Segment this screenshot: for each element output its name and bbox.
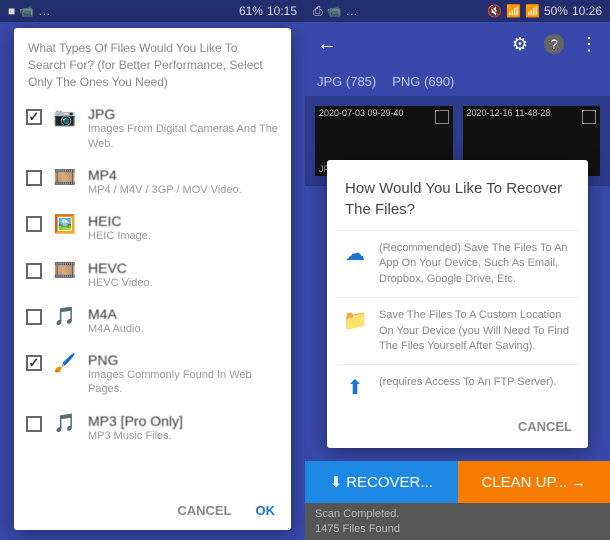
file-type-hevc[interactable]: 🎞️ HEVC HEVC Video. [22,252,283,298]
action-buttons: ⬇ RECOVER... CLEAN UP... → [305,461,610,503]
gear-icon[interactable]: ⚙ [512,34,528,55]
thumb-date: 2020-07-03 09-29-40 [319,108,404,118]
file-type-mp4[interactable]: 🎞️ MP4 MP4 / M4V / 3GP / MOV Video. [22,159,283,205]
phone-right: ⎙ 📹 … 🔇 📶 📶 50% 10:26 ← ⚙ ? ⋮ JPG (785) … [305,0,610,540]
file-type-mp3[interactable]: 🎵 MP3 [Pro Only] MP3 Music Files. [22,405,283,451]
back-icon[interactable]: ← [317,33,337,56]
status-icons-right: 61% 10:15 [239,4,297,18]
file-desc: M4A Audio. [88,322,279,336]
help-icon[interactable]: ? [544,34,564,54]
file-type-heic[interactable]: 🖼️ HEIC HEIC Image. [22,205,283,251]
option-text: Save The Files To A Custom Location On Y… [379,308,572,354]
option-text: (requires Access To An FTP Server). [379,375,572,390]
scan-line2: 1475 Files Found [315,522,600,536]
checkbox-png[interactable] [26,355,42,371]
battery-text: 50% [544,4,568,18]
recover-button[interactable]: ⬇ RECOVER... [305,461,458,503]
download-icon: ⬇ [330,473,343,491]
more-icon: … [346,4,358,18]
tab-jpg[interactable]: JPG (785) [317,74,376,89]
bottom-area: ⬇ RECOVER... CLEAN UP... → Scan Complete… [305,461,610,540]
music-note-icon: 🎵 [52,306,78,328]
tab-bar: JPG (785) PNG (690) [305,66,610,96]
thumb-date: 2020-12-16 11-48-28 [467,108,551,118]
file-desc: MP3 Music Files. [88,429,279,443]
music-note-icon: 🎵 [52,413,78,435]
recover-option-folder[interactable]: 📁 Save The Files To A Custom Location On… [337,297,578,364]
checkbox-m4a[interactable] [26,309,42,325]
video-reel-icon: 🎞️ [52,167,78,189]
screenshot-icon: ⎙ [313,4,323,19]
camera-icon: 📹 [327,4,342,18]
cleanup-button[interactable]: CLEAN UP... → [458,461,610,503]
cancel-button[interactable]: CANCEL [177,503,231,518]
recover-option-app[interactable]: ☁ (Recommended) Save The Files To An App… [337,230,578,297]
status-icons-left: ⎙ 📹 … [313,4,358,19]
file-type-jpg[interactable]: 📷 JPG Images From Digital Cameras And Th… [22,98,283,159]
file-types-dialog: What Types Of Files Would You Like To Se… [14,28,291,530]
time-text: 10:15 [267,4,297,18]
file-type-list: 📷 JPG Images From Digital Cameras And Th… [14,98,291,451]
file-desc: Images From Digital Cameras And The Web. [88,122,279,151]
phone-left: ■ 📹 … 61% 10:15 What Types Of Files Woul… [0,0,305,540]
recover-label: RECOVER... [346,474,433,491]
dialog-footer: CANCEL [327,410,588,438]
checkbox-mp3[interactable] [26,416,42,432]
ok-button[interactable]: OK [256,503,276,518]
brush-icon: 🖌️ [52,352,78,374]
file-desc: MP4 / M4V / 3GP / MOV Video. [88,183,279,197]
checkbox-mp4[interactable] [26,170,42,186]
image-icon: 🖼️ [52,213,78,235]
scan-status: Scan Completed. 1475 Files Found [305,503,610,540]
signal-icon: 📶 [525,4,540,18]
video-icon: ■ [8,4,15,18]
dialog-title: How Would You Like To Recover The Files? [327,160,588,230]
dialog-footer: CANCEL OK [161,491,291,530]
recover-options: ☁ (Recommended) Save The Files To An App… [327,230,588,410]
cancel-button[interactable]: CANCEL [518,419,572,434]
overflow-icon[interactable]: ⋮ [580,34,598,55]
camera-icon: 📹 [19,4,34,18]
folder-icon: 📁 [343,308,367,333]
checkbox-jpg[interactable] [26,109,42,125]
mute-icon: 🔇 [487,4,502,18]
file-type-m4a[interactable]: 🎵 M4A M4A Audio. [22,298,283,344]
tab-png[interactable]: PNG (690) [392,74,454,89]
time-text: 10:26 [572,4,602,18]
expand-icon[interactable] [435,110,449,124]
file-desc: HEIC Image. [88,229,279,243]
file-title: PNG [88,352,279,368]
file-desc: Images Commonly Found In Web Pages. [88,368,279,397]
camera-icon: 📷 [52,106,78,128]
status-bar: ⎙ 📹 … 🔇 📶 📶 50% 10:26 [305,0,610,22]
recover-option-ftp[interactable]: ⬆ (requires Access To An FTP Server). [337,364,578,410]
more-icon: … [38,4,50,18]
file-title: JPG [88,106,279,122]
status-icons-left: ■ 📹 … [8,4,50,18]
battery-text: 61% [239,4,263,18]
status-bar: ■ 📹 … 61% 10:15 [0,0,305,22]
file-type-png[interactable]: 🖌️ PNG Images Commonly Found In Web Page… [22,344,283,405]
file-title: MP3 [Pro Only] [88,413,279,429]
file-desc: HEVC Video. [88,276,279,290]
dialog-title: What Types Of Files Would You Like To Se… [14,28,291,98]
video-reel-icon: 🎞️ [52,260,78,282]
scan-line1: Scan Completed. [315,507,600,521]
cloud-upload-icon: ☁ [343,241,367,266]
file-title: MP4 [88,167,279,183]
file-title: HEIC [88,213,279,229]
status-icons-right: 🔇 📶 📶 50% 10:26 [487,4,602,18]
wifi-icon: 📶 [506,4,521,18]
recover-dialog: How Would You Like To Recover The Files?… [327,160,588,448]
cleanup-label: CLEAN UP... [481,474,567,491]
checkbox-heic[interactable] [26,216,42,232]
upload-icon: ⬆ [343,375,367,400]
checkbox-hevc[interactable] [26,263,42,279]
expand-icon[interactable] [582,110,596,124]
option-text: (Recommended) Save The Files To An App O… [379,241,572,287]
arrow-right-icon: → [571,474,586,491]
file-title: HEVC [88,260,279,276]
app-bar: ← ⚙ ? ⋮ [305,22,610,66]
file-title: M4A [88,306,279,322]
